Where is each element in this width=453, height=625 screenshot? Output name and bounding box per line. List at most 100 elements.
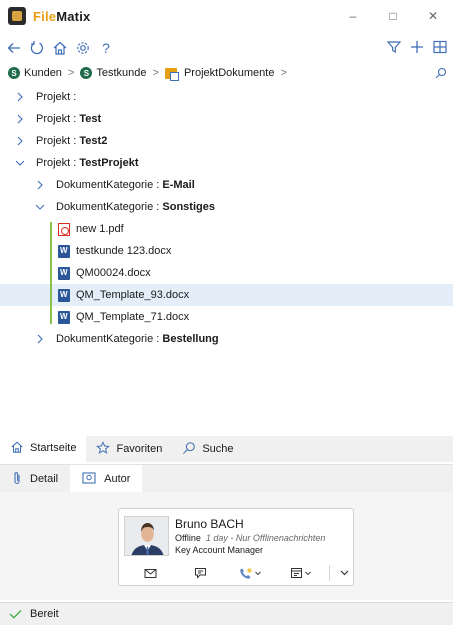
tree-node-kategorie-sonstiges[interactable]: DokumentKategorie : Sonstiges <box>0 196 453 218</box>
chevron-right-icon[interactable] <box>14 91 26 103</box>
search-icon[interactable] <box>433 65 449 81</box>
chevron-right-icon[interactable] <box>14 135 26 147</box>
presence-detail: 1 day - Nur Offlinenachrichten <box>205 533 326 543</box>
tree-file-row[interactable]: QM00024.docx <box>0 262 453 284</box>
contact-name: Bruno BACH <box>175 517 244 531</box>
more-chevron-icon[interactable] <box>334 563 354 583</box>
chevron-right-icon[interactable] <box>34 333 46 345</box>
tab-label: Startseite <box>30 442 77 454</box>
settings-gear-icon[interactable] <box>72 37 94 59</box>
tree-node-label: DokumentKategorie : Sonstiges <box>56 201 215 213</box>
document-library-icon <box>164 67 179 81</box>
tree-node-label: Projekt : TestProjekt <box>36 157 139 169</box>
status-bar: Bereit <box>0 602 453 625</box>
chat-icon[interactable] <box>175 563 225 583</box>
file-name: QM_Template_71.docx <box>76 311 190 323</box>
tree-node-label: DokumentKategorie : E-Mail <box>56 179 195 191</box>
tree-guide-line <box>50 222 52 324</box>
add-icon[interactable] <box>406 36 428 58</box>
tab-autor[interactable]: Autor <box>70 465 143 493</box>
phone-icon[interactable] <box>225 563 275 583</box>
tree-file-row[interactable]: testkunde 123.docx <box>0 240 453 262</box>
tree-node-projekt-empty[interactable]: Projekt : <box>0 86 453 108</box>
document-tree: Projekt : Projekt : Test Projekt : Test2… <box>0 86 453 434</box>
tab-label: Suche <box>202 443 234 455</box>
refresh-icon[interactable] <box>26 37 48 59</box>
breadcrumb-separator: > <box>67 67 75 79</box>
tree-file-row[interactable]: QM_Template_71.docx <box>0 306 453 328</box>
mail-icon[interactable] <box>125 563 175 583</box>
help-icon[interactable]: ? <box>95 37 117 59</box>
calendar-icon[interactable] <box>275 563 325 583</box>
breadcrumb-item-projektdokumente[interactable]: ProjektDokumente <box>164 67 275 81</box>
word-file-icon <box>58 310 70 324</box>
title-bar: FileMatix – □ ✕ <box>0 0 453 32</box>
breadcrumb-separator: > <box>280 67 287 79</box>
grid-icon[interactable] <box>429 36 451 58</box>
chevron-down-icon[interactable] <box>14 157 26 169</box>
contact-card-icon <box>82 471 96 487</box>
tree-node-label: Projekt : Test <box>36 113 102 125</box>
close-button[interactable]: ✕ <box>413 0 453 32</box>
contact-status: Offline 1 day - Nur Offlinenachrichten <box>175 533 325 543</box>
tab-label: Detail <box>30 473 59 485</box>
tree-node-projekt-test[interactable]: Projekt : Test <box>0 108 453 130</box>
breadcrumb-item-kunden[interactable]: S Kunden <box>8 67 62 79</box>
chevron-right-icon[interactable] <box>34 179 46 191</box>
word-file-icon <box>58 244 70 258</box>
file-name: QM_Template_93.docx <box>76 289 190 301</box>
app-title: FileMatix <box>33 9 90 24</box>
tree-node-label: Projekt : Test2 <box>36 135 108 147</box>
tab-startseite[interactable]: Startseite <box>0 436 87 462</box>
sharepoint-site-icon: S <box>80 67 93 79</box>
tab-label: Autor <box>104 473 131 485</box>
sharepoint-site-icon: S <box>8 67 20 79</box>
home-icon[interactable] <box>49 37 71 59</box>
tab-label: Favoriten <box>116 443 163 455</box>
detail-tabs: Detail Autor <box>0 464 453 493</box>
tree-node-kategorie-bestellung[interactable]: DokumentKategorie : Bestellung <box>0 328 453 350</box>
minimize-button[interactable]: – <box>333 0 373 32</box>
avatar <box>124 516 169 556</box>
tree-node-kategorie-email[interactable]: DokumentKategorie : E-Mail <box>0 174 453 196</box>
contact-role: Key Account Manager <box>175 545 264 555</box>
contact-card: Bruno BACH Offline 1 day - Nur Offlinena… <box>118 508 354 586</box>
paperclip-icon <box>12 471 22 488</box>
tree-file-row-selected[interactable]: QM_Template_93.docx <box>0 284 453 306</box>
tab-favoriten[interactable]: Favoriten <box>86 436 172 462</box>
file-name: testkunde 123.docx <box>76 245 172 257</box>
breadcrumb-label: Kunden <box>24 67 62 79</box>
tab-detail[interactable]: Detail <box>0 465 70 493</box>
file-name: new 1.pdf <box>76 223 124 235</box>
star-icon <box>96 440 111 458</box>
chevron-down-icon <box>304 571 311 575</box>
tree-file-row[interactable]: new 1.pdf <box>0 218 453 240</box>
tree-node-label: DokumentKategorie : Bestellung <box>56 333 219 345</box>
tree-node-label: Projekt : <box>36 91 77 103</box>
chevron-right-icon[interactable] <box>14 113 26 125</box>
filter-icon[interactable] <box>383 36 405 58</box>
tab-suche[interactable]: Suche <box>172 436 243 462</box>
app-title-prefix: File <box>33 8 57 24</box>
search-icon <box>182 441 196 458</box>
window-controls: – □ ✕ <box>333 0 453 32</box>
toolbar: ? <box>0 36 453 60</box>
breadcrumb-item-testkunde[interactable]: S Testkunde <box>80 67 147 79</box>
home-icon <box>10 440 24 457</box>
app-title-suffix: Matix <box>56 8 91 24</box>
maximize-button[interactable]: □ <box>373 0 413 32</box>
navigation-tabs: Startseite Favoriten Suche <box>0 436 453 462</box>
chevron-down-icon[interactable] <box>34 201 46 213</box>
action-separator <box>329 565 330 581</box>
breadcrumb: S Kunden > S Testkunde > ProjektDokument… <box>0 62 453 84</box>
checkmark-icon <box>8 609 22 619</box>
tree-node-projekt-testprojekt[interactable]: Projekt : TestProjekt <box>0 152 453 174</box>
breadcrumb-label: ProjektDokumente <box>183 67 275 79</box>
breadcrumb-label: Testkunde <box>96 67 147 79</box>
app-logo-icon <box>8 7 26 25</box>
back-arrow-icon[interactable] <box>3 37 25 59</box>
file-name: QM00024.docx <box>76 267 151 279</box>
chevron-down-icon <box>255 571 261 575</box>
word-file-icon <box>58 288 70 302</box>
tree-node-projekt-test2[interactable]: Projekt : Test2 <box>0 130 453 152</box>
